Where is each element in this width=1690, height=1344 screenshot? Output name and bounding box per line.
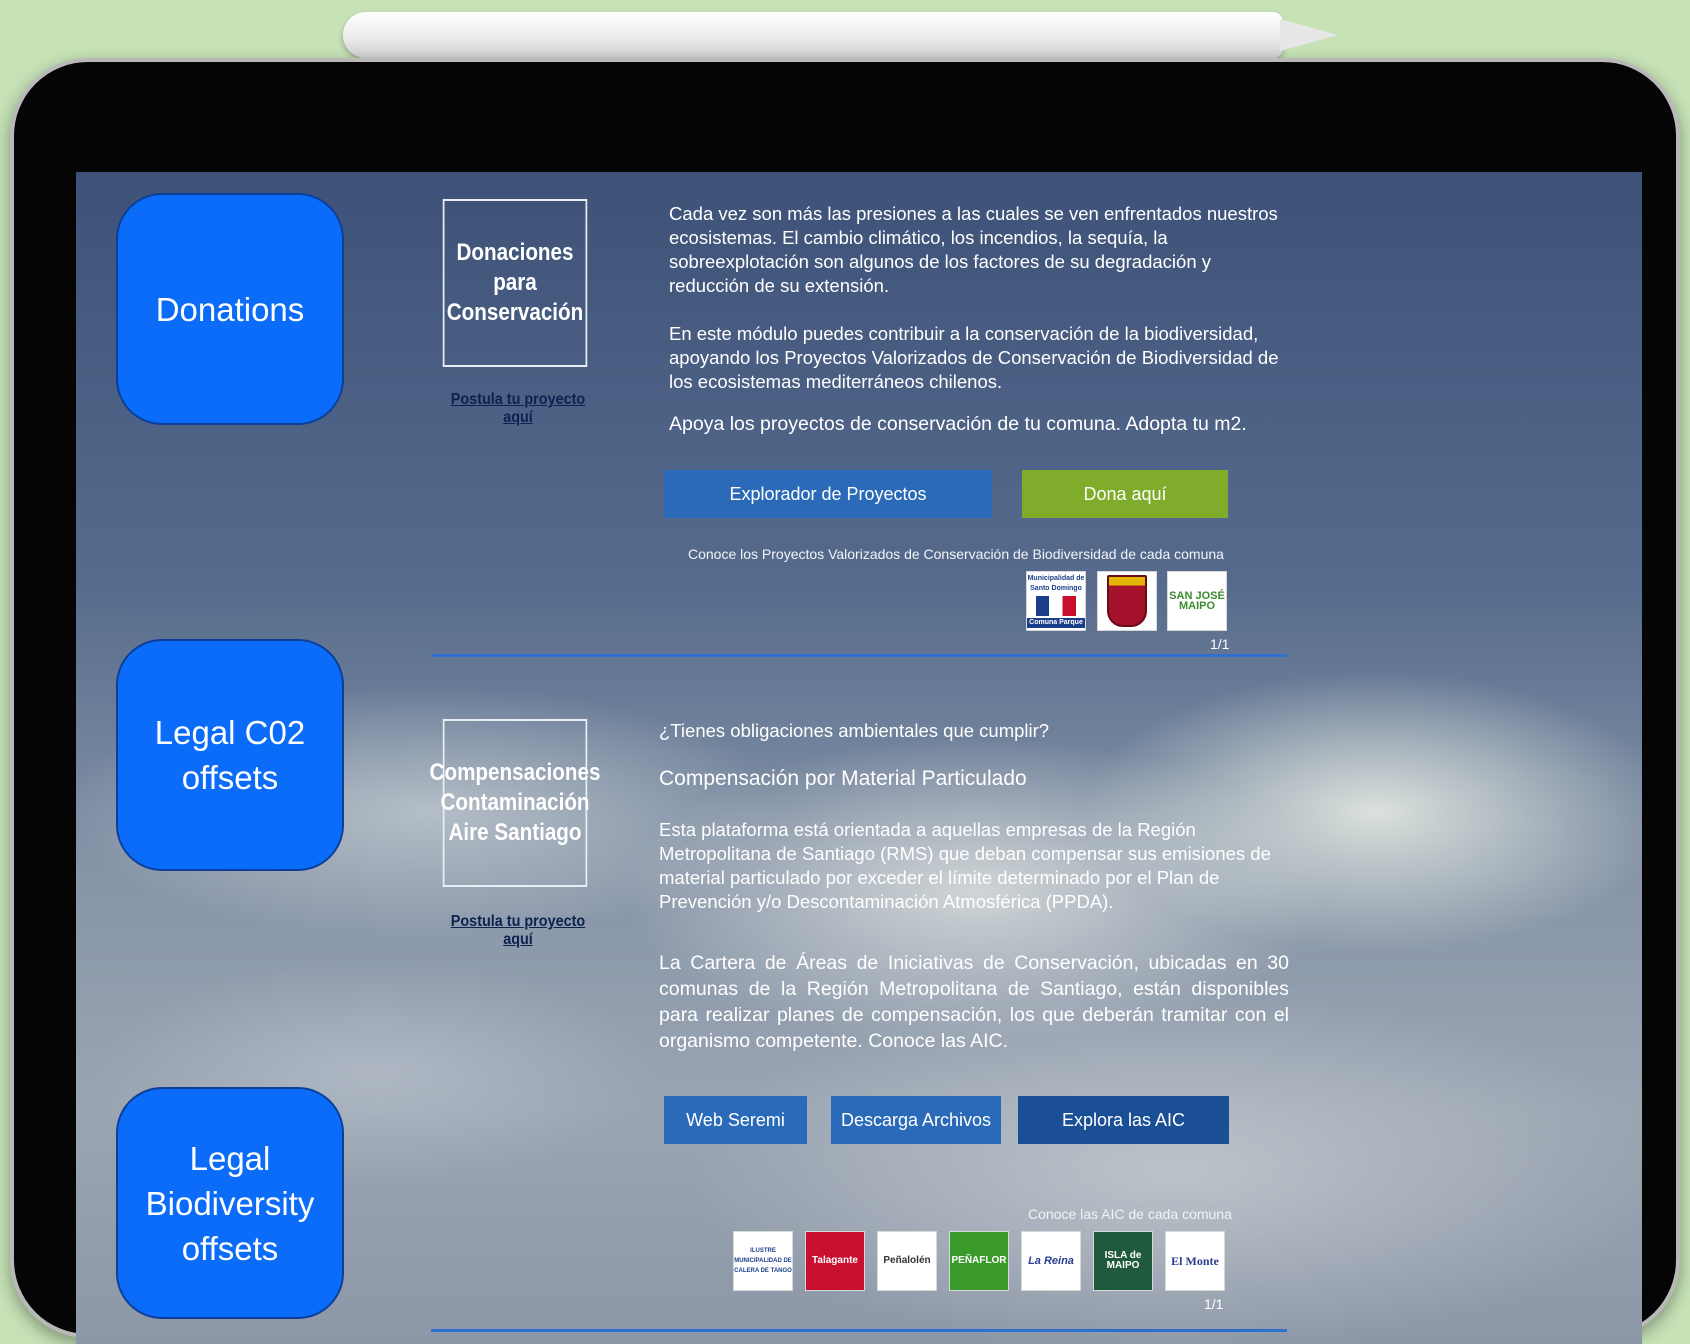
- santo-domingo-logo-bottom: Comuna Parque: [1027, 618, 1085, 628]
- compensaciones-logo-text: Compensaciones Contaminación Aire Santia…: [429, 759, 601, 846]
- isla-de-maipo-logo-text: ISLA de MAIPO: [1104, 1250, 1142, 1271]
- penalolen-logo-text: Peñalolén: [883, 1255, 931, 1266]
- calera-de-tango-logo-text: ILUSTRE MUNICIPALIDAD DE CALERA DE TANGO: [734, 1248, 792, 1274]
- donations-paragraph-1: Cada vez son más las presiones a las cua…: [669, 203, 1278, 296]
- nav-legal-biodiversity-button[interactable]: Legal Biodiversity offsets: [116, 1087, 344, 1319]
- donations-caption: Conoce los Proyectos Valorizados de Cons…: [688, 546, 1224, 562]
- web-seremi-button[interactable]: Web Seremi: [664, 1096, 807, 1144]
- explorador-proyectos-button[interactable]: Explorador de Proyectos: [664, 470, 992, 518]
- tablet-frame: Donations Legal C02 offsets Legal Biodiv…: [10, 58, 1680, 1344]
- compensaciones-logo: Compensaciones Contaminación Aire Santia…: [430, 719, 600, 887]
- compensation-paragraph-1: Esta plataforma está orientada a aquella…: [659, 819, 1271, 912]
- donations-pager: 1/1: [1210, 636, 1230, 652]
- donaciones-logo: Donaciones para Conservación: [442, 199, 588, 367]
- compensation-paragraph-2: La Cartera de Áreas de Iniciativas de Co…: [659, 952, 1289, 1052]
- crest-shield-icon: [1107, 575, 1147, 627]
- el-monte-logo-text: El Monte: [1171, 1254, 1219, 1268]
- comuna-crest-logo[interactable]: [1097, 571, 1157, 631]
- penaflor-logo-text: PEÑAFLOR: [951, 1255, 1007, 1266]
- dona-aqui-button[interactable]: Dona aquí: [1022, 470, 1228, 518]
- aic-caption: Conoce las AIC de cada comuna: [1028, 1206, 1232, 1222]
- la-reina-logo-text: La Reina: [1028, 1255, 1074, 1267]
- talagante-logo-text: Talagante: [812, 1255, 858, 1266]
- section-divider-2: [431, 1329, 1287, 1332]
- nav-donations-button[interactable]: Donations: [116, 193, 344, 425]
- stylus-pencil: [343, 12, 1283, 58]
- donations-paragraph-3: Apoya los proyectos de conservación de t…: [669, 413, 1247, 435]
- donaciones-logo-text: Donaciones para Conservación: [446, 239, 584, 326]
- postula-link-compensaciones[interactable]: Postula tu proyecto aquí: [446, 913, 590, 949]
- nav-donations-label: Donations: [155, 290, 305, 328]
- tablet-screen: Donations Legal C02 offsets Legal Biodiv…: [76, 172, 1642, 1344]
- penaflor-logo[interactable]: PEÑAFLOR: [949, 1231, 1009, 1291]
- calera-de-tango-logo[interactable]: ILUSTRE MUNICIPALIDAD DE CALERA DE TANGO: [733, 1231, 793, 1291]
- compensation-question: ¿Tienes obligaciones ambientales que cum…: [659, 720, 1050, 741]
- descarga-archivos-button[interactable]: Descarga Archivos: [831, 1096, 1001, 1144]
- stylus-tip: [1280, 19, 1338, 51]
- nav-legal-co2-button[interactable]: Legal C02 offsets: [116, 639, 344, 871]
- san-jose-maipo-logo[interactable]: SAN JOSÉ MAIPO: [1167, 571, 1227, 631]
- la-reina-logo[interactable]: La Reina: [1021, 1231, 1081, 1291]
- section-divider-1: [431, 654, 1287, 657]
- compensation-heading: Compensación por Material Particulado: [659, 767, 1027, 790]
- penalolen-logo[interactable]: Peñalolén: [877, 1231, 937, 1291]
- donations-paragraph-2: En este módulo puedes contribuir a la co…: [669, 323, 1279, 392]
- isla-de-maipo-logo[interactable]: ISLA de MAIPO: [1093, 1231, 1153, 1291]
- nav-legal-co2-label: Legal C02 offsets: [154, 714, 306, 796]
- nav-legal-biodiversity-label: Legal Biodiversity offsets: [145, 1139, 315, 1267]
- santo-domingo-logo[interactable]: Municipalidad de Santo Domingo Comuna Pa…: [1026, 571, 1086, 631]
- explora-aic-button[interactable]: Explora las AIC: [1018, 1096, 1229, 1144]
- aic-pager: 1/1: [1204, 1296, 1224, 1312]
- san-jose-maipo-logo-text: SAN JOSÉ MAIPO: [1169, 590, 1225, 612]
- santo-domingo-logo-top: Municipalidad de Santo Domingo: [1027, 575, 1085, 592]
- el-monte-logo[interactable]: El Monte: [1165, 1231, 1225, 1291]
- talagante-logo[interactable]: Talagante: [805, 1231, 865, 1291]
- santo-domingo-flag-icon: [1036, 596, 1076, 616]
- postula-link-donaciones[interactable]: Postula tu proyecto aquí: [446, 391, 590, 427]
